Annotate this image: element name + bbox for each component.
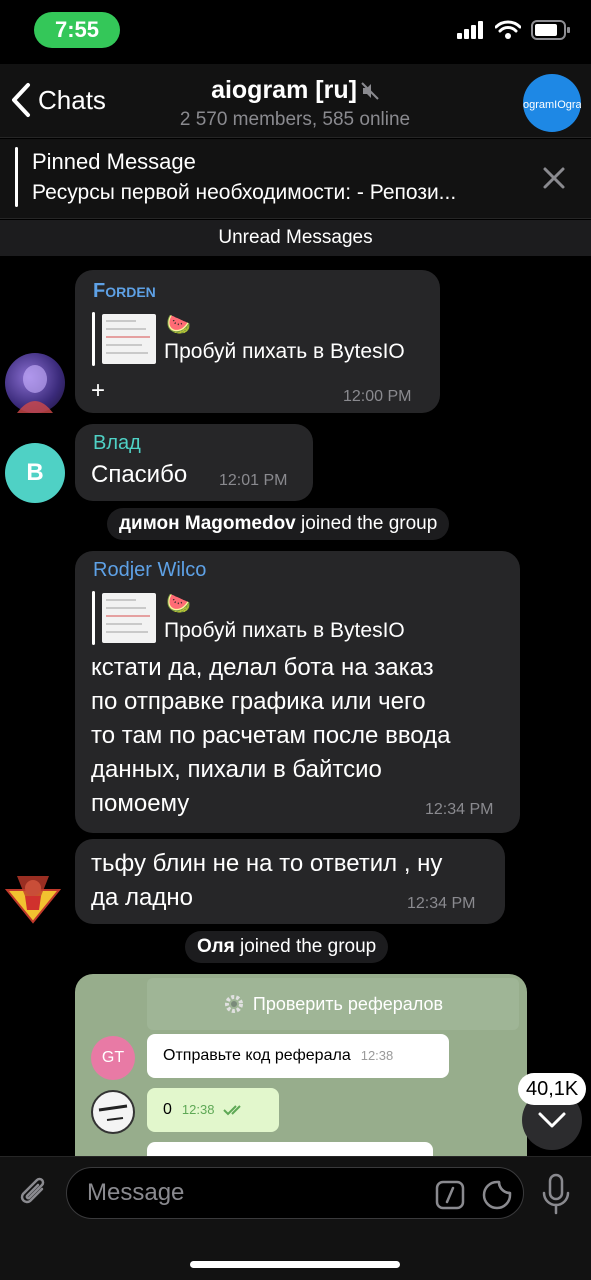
paperclip-icon[interactable] — [16, 1175, 52, 1211]
chat-header: Chats aiogram [ru] 2 570 members, 585 on… — [0, 64, 591, 138]
unread-divider: Unread Messages — [0, 220, 591, 256]
bot-message: Отправьте код реферала 12:38 — [147, 1034, 449, 1078]
gear-icon — [224, 995, 243, 1013]
user-avatar — [91, 1090, 135, 1134]
microphone-icon[interactable] — [540, 1173, 572, 1215]
pinned-title: Pinned Message — [32, 149, 196, 174]
reply-preview[interactable]: 🍉 Пробуй пихать в BytesIO — [92, 591, 422, 645]
battery-icon — [531, 20, 570, 40]
avatar[interactable] — [5, 353, 65, 413]
message-time: 12:01 PM — [219, 472, 288, 489]
reply-preview[interactable]: 🍉 Пробуй пихать в BytesIO — [92, 312, 422, 366]
message-list[interactable]: Forden 🍉 Пробуй пихать в BytesIO + 12:00… — [0, 256, 591, 1156]
svg-text:AiogramIOgram: AiogramIOgram — [523, 99, 581, 111]
signal-icon — [457, 21, 483, 39]
watermelon-icon: 🍉 — [166, 314, 191, 336]
reply-thumbnail — [102, 593, 156, 643]
message-time: 12:34 PM — [407, 895, 476, 912]
service-action: joined the group — [295, 513, 438, 534]
sender-name[interactable]: Forden — [93, 280, 156, 303]
mute-icon — [361, 81, 379, 100]
avatar-letter: B — [26, 459, 44, 486]
slash-command-icon[interactable] — [435, 1180, 465, 1210]
message-time: 12:00 PM — [343, 388, 412, 405]
message-text: Спасибо — [91, 461, 188, 488]
sender-name[interactable]: Rodjer Wilco — [93, 559, 206, 582]
message-field[interactable] — [66, 1167, 524, 1219]
chat-title: aiogram [ru] — [211, 76, 357, 104]
reply-text: Пробуй пихать в BytesIO — [164, 340, 405, 363]
message-bubble[interactable]: тьфу блин не на то ответил , ну да ладно… — [75, 839, 505, 924]
bot-message-partial — [147, 1142, 433, 1156]
status-bar: 7:55 — [0, 0, 591, 64]
service-message: Оля joined the group — [185, 931, 389, 963]
status-time[interactable]: 7:55 — [34, 12, 120, 48]
reply-text: Пробуй пихать в BytesIO — [164, 619, 405, 642]
check-referrals-button: Проверить рефералов — [147, 978, 519, 1030]
unread-counter: 40,1K — [518, 1073, 587, 1105]
message-text: + — [91, 377, 106, 404]
message-bubble[interactable]: Влад Спасибо 12:01 PM — [75, 424, 313, 501]
back-label: Chats — [38, 84, 106, 115]
chat-title-area[interactable]: aiogram [ru] 2 570 members, 585 online — [150, 76, 440, 131]
message-bubble[interactable]: Rodjer Wilco 🍉 Пробуй пихать в BytesIO к… — [75, 551, 520, 833]
message-bubble[interactable]: Forden 🍉 Пробуй пихать в BytesIO + 12:00… — [75, 270, 440, 413]
watermelon-icon: 🍉 — [166, 593, 191, 615]
service-action: joined the group — [234, 936, 377, 957]
service-user[interactable]: димон Magomedov — [119, 513, 296, 534]
bot-avatar: GT — [91, 1036, 135, 1080]
chat-subtitle: 2 570 members, 585 online — [179, 109, 411, 130]
input-bar — [0, 1156, 591, 1280]
close-icon[interactable] — [541, 165, 567, 191]
pinned-indicator — [15, 147, 18, 207]
message-time: 12:34 PM — [425, 801, 494, 818]
status-icons — [457, 20, 571, 40]
sender-name[interactable]: Влад — [93, 432, 141, 455]
message-text: кстати да, делал бота на заказ по отправ… — [91, 654, 451, 817]
home-indicator[interactable] — [190, 1261, 400, 1268]
pinned-text: Ресурсы первой необходимости: - Репози..… — [32, 181, 457, 204]
service-user[interactable]: Оля — [197, 936, 235, 957]
pinned-message[interactable]: Pinned Message Ресурсы первой необходимо… — [0, 139, 591, 219]
double-check-icon — [223, 1105, 241, 1116]
avatar[interactable] — [3, 866, 63, 926]
avatar[interactable]: B — [5, 443, 65, 503]
back-button[interactable]: Chats — [10, 82, 106, 118]
chevron-left-icon — [12, 83, 30, 117]
service-message: димон Magomedov joined the group — [107, 508, 450, 540]
sticker-icon[interactable] — [481, 1179, 513, 1211]
wifi-icon — [495, 20, 521, 39]
reply-thumbnail — [102, 314, 156, 364]
message-input[interactable] — [87, 1178, 407, 1208]
group-avatar[interactable]: AiogramIOgram — [513, 74, 591, 132]
photo-message[interactable]: Проверить рефералов GT Отправьте код реф… — [75, 974, 527, 1156]
user-message: 0 12:38 — [147, 1088, 279, 1132]
group-avatar-logo: AiogramIOgram — [513, 99, 591, 111]
